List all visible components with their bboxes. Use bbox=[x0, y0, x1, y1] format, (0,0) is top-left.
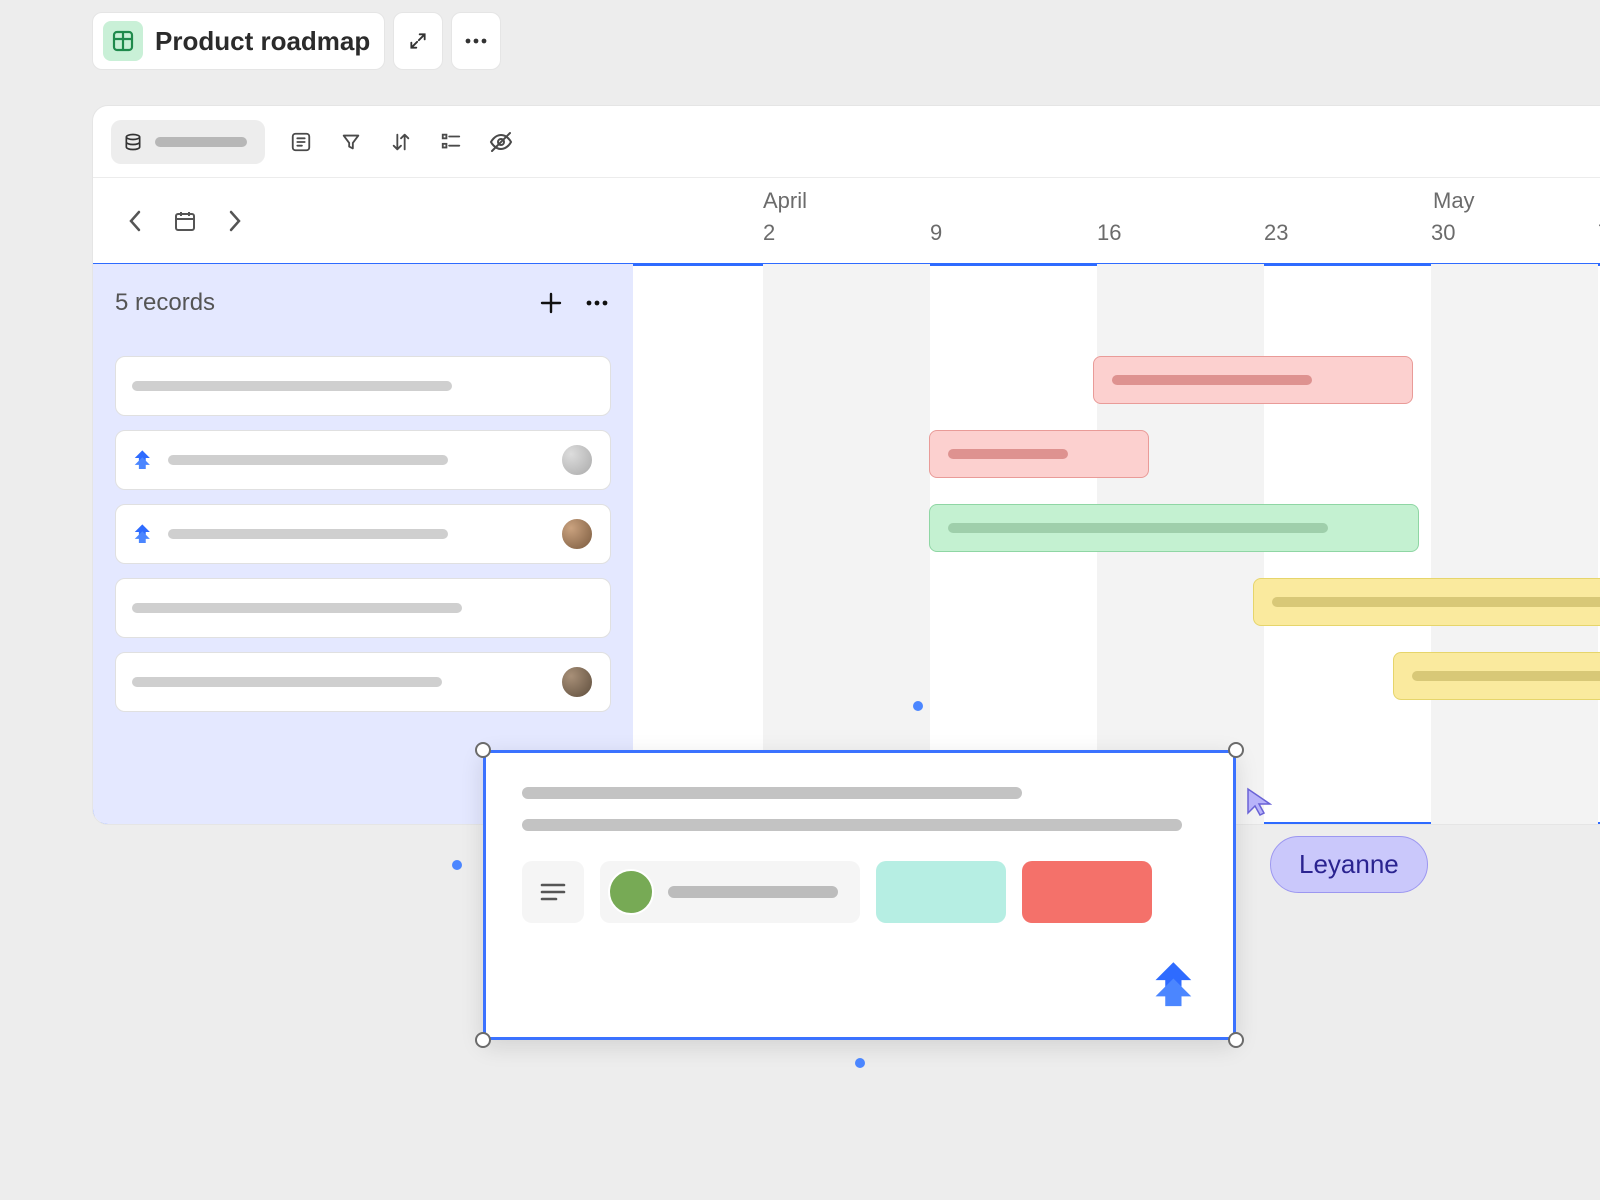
avatar bbox=[560, 517, 594, 551]
date-tick: 30 bbox=[1431, 220, 1455, 246]
sort-icon[interactable] bbox=[387, 128, 415, 156]
title-bar: Product roadmap bbox=[92, 12, 501, 70]
collaborator-cursor bbox=[1246, 787, 1272, 817]
records-sidebar: 5 records bbox=[93, 264, 633, 824]
more-button[interactable] bbox=[451, 12, 501, 70]
view-toolbar bbox=[93, 106, 1600, 178]
database-title-chip[interactable]: Product roadmap bbox=[92, 12, 385, 70]
timeline-header: AprilMay291623307 bbox=[93, 178, 1600, 264]
timeline-bar[interactable] bbox=[929, 430, 1149, 478]
timeline-bar[interactable] bbox=[1253, 578, 1600, 626]
timeline-bar[interactable] bbox=[1093, 356, 1413, 404]
filter-icon[interactable] bbox=[337, 128, 365, 156]
view-selector[interactable] bbox=[111, 120, 265, 164]
sidebar-more-button[interactable] bbox=[583, 289, 611, 317]
record-detail-card[interactable] bbox=[483, 750, 1236, 1040]
record-row[interactable] bbox=[115, 652, 611, 712]
view-name-placeholder bbox=[155, 137, 247, 147]
avatar bbox=[560, 665, 594, 699]
jira-icon bbox=[132, 449, 154, 471]
record-row[interactable] bbox=[115, 504, 611, 564]
bar-label-placeholder bbox=[1112, 375, 1312, 385]
group-icon[interactable] bbox=[437, 128, 465, 156]
prev-button[interactable] bbox=[123, 209, 147, 233]
add-record-button[interactable] bbox=[537, 289, 565, 317]
collaborator-label: Leyanne bbox=[1270, 836, 1428, 893]
avatar bbox=[608, 869, 654, 915]
record-count: 5 records bbox=[115, 289, 215, 317]
card-subtitle-placeholder bbox=[522, 819, 1182, 831]
month-label: May bbox=[1433, 188, 1475, 214]
month-label: April bbox=[763, 188, 807, 214]
status-chip-teal[interactable] bbox=[876, 861, 1006, 923]
bar-label-placeholder bbox=[948, 449, 1068, 459]
layout-icon[interactable] bbox=[287, 128, 315, 156]
record-title-placeholder bbox=[168, 529, 448, 539]
hide-icon[interactable] bbox=[487, 128, 515, 156]
next-button[interactable] bbox=[223, 209, 247, 233]
text-property-icon[interactable] bbox=[522, 861, 584, 923]
page-title: Product roadmap bbox=[155, 26, 370, 57]
jira-icon bbox=[132, 523, 154, 545]
date-tick: 2 bbox=[763, 220, 775, 246]
jira-icon bbox=[1149, 959, 1201, 1011]
resize-handle[interactable] bbox=[475, 742, 491, 758]
selection-dot bbox=[855, 1058, 865, 1068]
resize-handle[interactable] bbox=[475, 1032, 491, 1048]
date-tick: 23 bbox=[1264, 220, 1288, 246]
expand-button[interactable] bbox=[393, 12, 443, 70]
timeline-panel: AprilMay291623307 5 records bbox=[92, 105, 1600, 825]
card-title-placeholder bbox=[522, 787, 1022, 799]
date-tick: 16 bbox=[1097, 220, 1121, 246]
selection-dot bbox=[913, 701, 923, 711]
bar-label-placeholder bbox=[1412, 671, 1600, 681]
selection-dot bbox=[452, 860, 462, 870]
assignee-name-placeholder bbox=[668, 886, 838, 898]
database-icon bbox=[103, 21, 143, 61]
status-chip-red[interactable] bbox=[1022, 861, 1152, 923]
record-row[interactable] bbox=[115, 356, 611, 416]
bar-label-placeholder bbox=[1272, 597, 1600, 607]
resize-handle[interactable] bbox=[1228, 1032, 1244, 1048]
avatar bbox=[560, 443, 594, 477]
timeline-bar[interactable] bbox=[929, 504, 1419, 552]
stack-icon bbox=[123, 132, 143, 152]
record-row[interactable] bbox=[115, 578, 611, 638]
record-title-placeholder bbox=[132, 603, 462, 613]
resize-handle[interactable] bbox=[1228, 742, 1244, 758]
record-title-placeholder bbox=[132, 381, 452, 391]
today-button[interactable] bbox=[173, 209, 197, 233]
record-title-placeholder bbox=[132, 677, 442, 687]
record-row[interactable] bbox=[115, 430, 611, 490]
timeline-body[interactable]: 5 records bbox=[93, 264, 1600, 824]
timeline-bar[interactable] bbox=[1393, 652, 1600, 700]
bar-label-placeholder bbox=[948, 523, 1328, 533]
assignee-chip[interactable] bbox=[600, 861, 860, 923]
date-tick: 9 bbox=[930, 220, 942, 246]
record-title-placeholder bbox=[168, 455, 448, 465]
